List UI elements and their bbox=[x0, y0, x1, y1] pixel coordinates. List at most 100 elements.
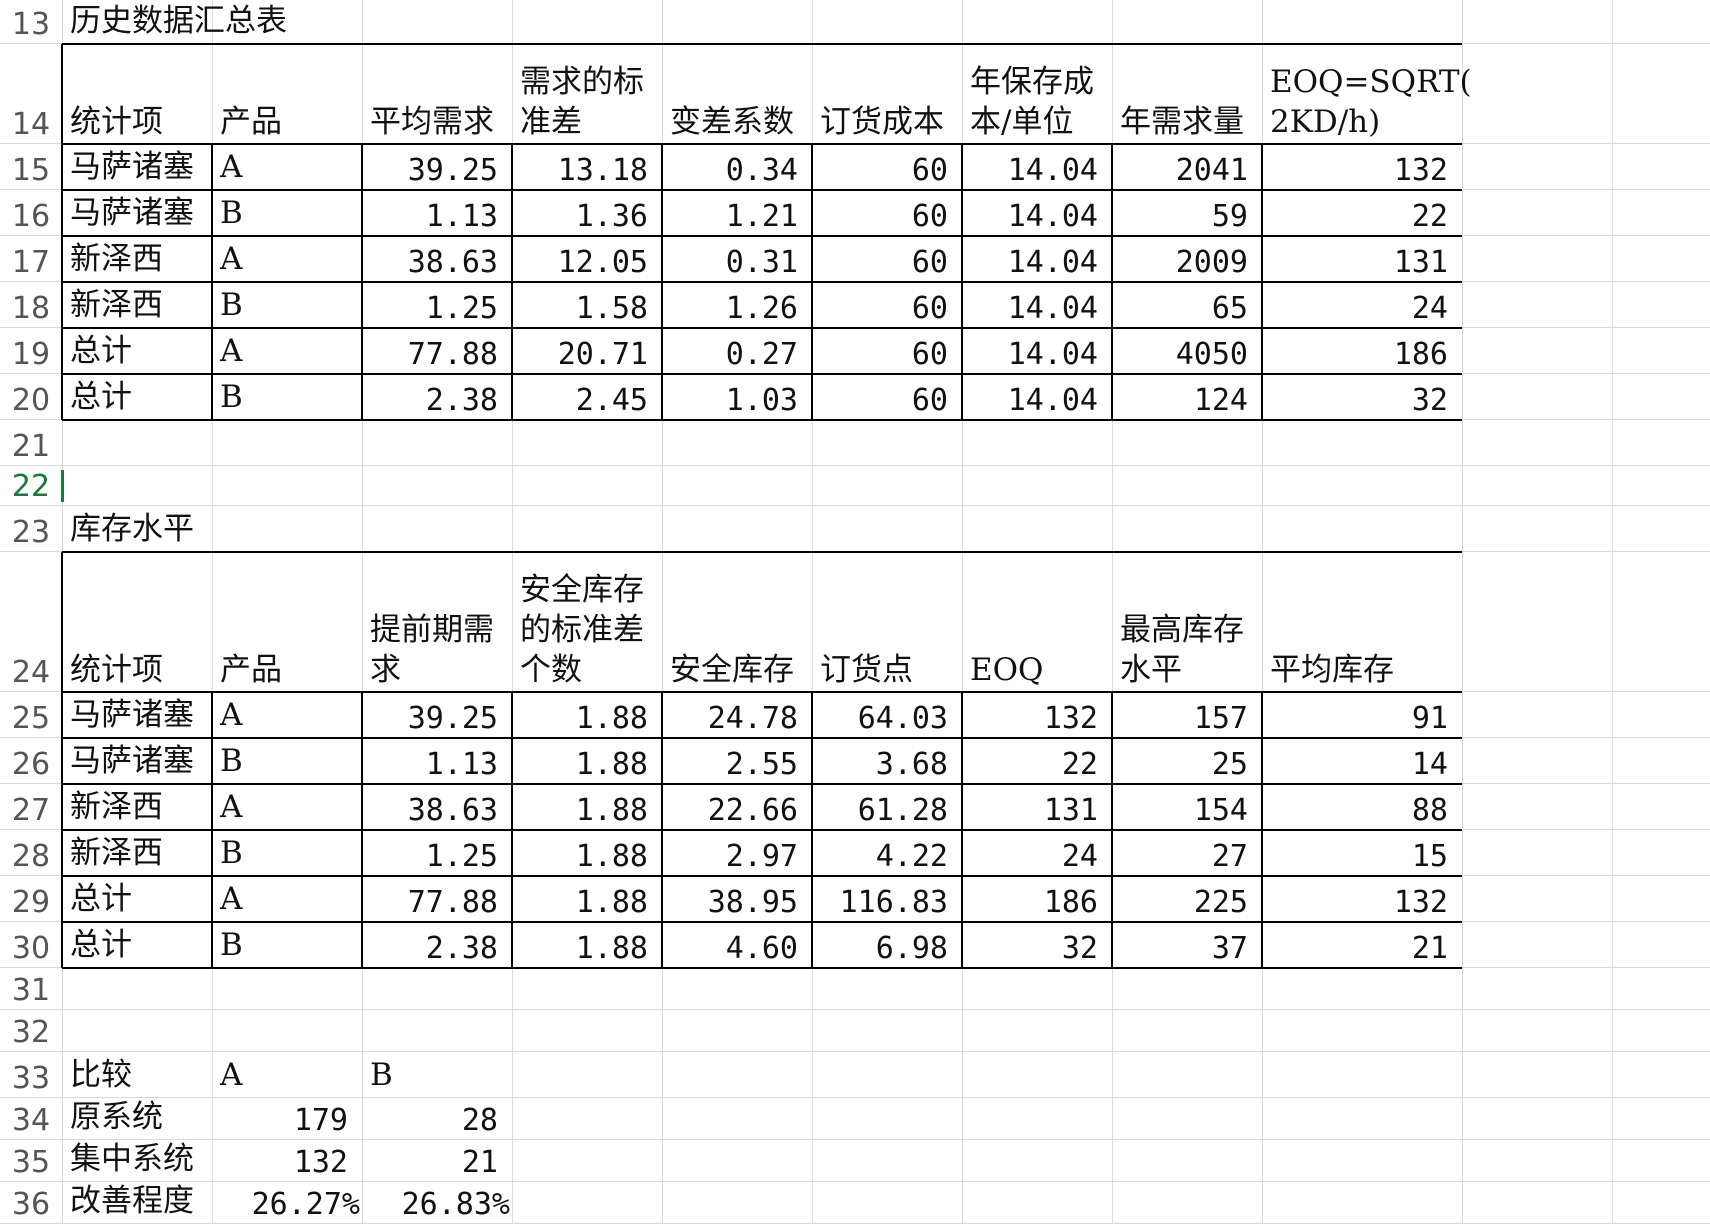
table2-value-cell[interactable]: 3.68 bbox=[812, 738, 962, 784]
table1-value-cell[interactable]: 2041 bbox=[1112, 144, 1262, 190]
table2-value-cell[interactable]: 132 bbox=[962, 692, 1112, 738]
spreadsheet-grid[interactable]: 13 14 15 16 17 18 19 20 21 22 23 24 25 26 27 28 29 30 31 32… bbox=[0, 0, 1710, 1224]
table2-value-cell[interactable]: 24 bbox=[962, 830, 1112, 876]
table1-label-cell[interactable]: A bbox=[212, 328, 362, 374]
table2-label-cell[interactable]: A bbox=[212, 692, 362, 738]
table2-header-cell[interactable]: 安全库存 的标准差 个数 bbox=[512, 552, 662, 692]
table2-value-cell[interactable]: 131 bbox=[962, 784, 1112, 830]
table2-value-cell[interactable]: 22 bbox=[962, 738, 1112, 784]
table1-value-cell[interactable]: 186 bbox=[1262, 328, 1462, 374]
table1-label-cell[interactable]: 总计 bbox=[62, 374, 212, 420]
table1-value-cell[interactable]: 60 bbox=[812, 374, 962, 420]
table1-value-cell[interactable]: 77.88 bbox=[362, 328, 512, 374]
table2-header-cell[interactable]: 最高库存 水平 bbox=[1112, 552, 1262, 692]
row-number[interactable]: 34 bbox=[0, 1098, 62, 1140]
table2-title[interactable]: 库存水平 bbox=[62, 506, 212, 552]
table1-value-cell[interactable]: 4050 bbox=[1112, 328, 1262, 374]
table1-value-cell[interactable]: 1.03 bbox=[662, 374, 812, 420]
comparison-header-cell[interactable]: A bbox=[212, 1052, 362, 1098]
table1-value-cell[interactable]: 60 bbox=[812, 282, 962, 328]
table2-value-cell[interactable]: 4.22 bbox=[812, 830, 962, 876]
table2-value-cell[interactable]: 37 bbox=[1112, 922, 1262, 968]
comparison-value-cell[interactable]: 179 bbox=[212, 1098, 362, 1140]
table1-value-cell[interactable]: 0.34 bbox=[662, 144, 812, 190]
table2-value-cell[interactable]: 39.25 bbox=[362, 692, 512, 738]
table1-label-cell[interactable]: B bbox=[212, 374, 362, 420]
comparison-value-cell[interactable]: 28 bbox=[362, 1098, 512, 1140]
row-number[interactable]: 32 bbox=[0, 1010, 62, 1052]
table1-label-cell[interactable]: 马萨诸塞 bbox=[62, 190, 212, 236]
table2-value-cell[interactable]: 15 bbox=[1262, 830, 1462, 876]
table1-title[interactable]: 历史数据汇总表 bbox=[62, 0, 287, 44]
row-number[interactable]: 30 bbox=[0, 922, 62, 968]
comparison-header-cell[interactable]: 比较 bbox=[62, 1052, 212, 1098]
row-number[interactable]: 21 bbox=[0, 420, 62, 466]
table2-label-cell[interactable]: 新泽西 bbox=[62, 830, 212, 876]
table1-value-cell[interactable]: 132 bbox=[1262, 144, 1462, 190]
table1-header-cell[interactable]: 需求的标 准差 bbox=[512, 44, 662, 144]
table2-value-cell[interactable]: 24.78 bbox=[662, 692, 812, 738]
row-number[interactable]: 25 bbox=[0, 692, 62, 738]
row-number[interactable]: 27 bbox=[0, 784, 62, 830]
table1-header-cell[interactable]: 变差系数 bbox=[662, 44, 812, 144]
row-number[interactable]: 16 bbox=[0, 190, 62, 236]
table1-header-cell[interactable]: 年需求量 bbox=[1112, 44, 1262, 144]
table2-value-cell[interactable]: 2.97 bbox=[662, 830, 812, 876]
comparison-value-cell[interactable]: 26.27% bbox=[212, 1182, 362, 1224]
table2-label-cell[interactable]: A bbox=[212, 876, 362, 922]
table2-value-cell[interactable]: 1.88 bbox=[512, 922, 662, 968]
row-number[interactable]: 13 bbox=[0, 0, 62, 44]
table2-value-cell[interactable]: 22.66 bbox=[662, 784, 812, 830]
table2-value-cell[interactable]: 157 bbox=[1112, 692, 1262, 738]
row-number[interactable]: 35 bbox=[0, 1140, 62, 1182]
row-number[interactable]: 23 bbox=[0, 506, 62, 552]
table1-value-cell[interactable]: 1.36 bbox=[512, 190, 662, 236]
table2-value-cell[interactable]: 38.63 bbox=[362, 784, 512, 830]
table2-header-cell[interactable]: 订货点 bbox=[812, 552, 962, 692]
table1-value-cell[interactable]: 13.18 bbox=[512, 144, 662, 190]
table1-value-cell[interactable]: 14.04 bbox=[962, 236, 1112, 282]
comparison-label-cell[interactable]: 原系统 bbox=[62, 1098, 212, 1140]
table1-value-cell[interactable]: 1.21 bbox=[662, 190, 812, 236]
table2-header-cell[interactable]: EOQ bbox=[962, 552, 1112, 692]
table2-value-cell[interactable]: 1.88 bbox=[512, 692, 662, 738]
table1-label-cell[interactable]: A bbox=[212, 144, 362, 190]
table1-header-cell[interactable]: EOQ=SQRT(2KD/h) bbox=[1262, 44, 1472, 144]
table2-value-cell[interactable]: 132 bbox=[1262, 876, 1462, 922]
table1-value-cell[interactable]: 59 bbox=[1112, 190, 1262, 236]
table1-value-cell[interactable]: 1.25 bbox=[362, 282, 512, 328]
table2-value-cell[interactable]: 1.88 bbox=[512, 738, 662, 784]
table2-header-cell[interactable]: 平均库存 bbox=[1262, 552, 1462, 692]
table2-value-cell[interactable]: 88 bbox=[1262, 784, 1462, 830]
table2-value-cell[interactable]: 21 bbox=[1262, 922, 1462, 968]
table2-header-cell[interactable]: 统计项 bbox=[62, 552, 212, 692]
table1-header-cell[interactable]: 统计项 bbox=[62, 44, 212, 144]
table1-label-cell[interactable]: 总计 bbox=[62, 328, 212, 374]
table2-header-cell[interactable]: 安全库存 bbox=[662, 552, 812, 692]
table2-value-cell[interactable]: 186 bbox=[962, 876, 1112, 922]
row-number[interactable]: 33 bbox=[0, 1052, 62, 1098]
table2-label-cell[interactable]: A bbox=[212, 784, 362, 830]
comparison-label-cell[interactable]: 改善程度 bbox=[62, 1182, 212, 1224]
table1-value-cell[interactable]: 124 bbox=[1112, 374, 1262, 420]
table2-label-cell[interactable]: 总计 bbox=[62, 922, 212, 968]
row-number[interactable]: 24 bbox=[0, 552, 62, 692]
table1-value-cell[interactable]: 60 bbox=[812, 236, 962, 282]
row-number[interactable]: 22 bbox=[0, 466, 62, 506]
table1-value-cell[interactable]: 14.04 bbox=[962, 190, 1112, 236]
table1-value-cell[interactable]: 14.04 bbox=[962, 282, 1112, 328]
table2-value-cell[interactable]: 4.60 bbox=[662, 922, 812, 968]
table1-value-cell[interactable]: 65 bbox=[1112, 282, 1262, 328]
table1-label-cell[interactable]: B bbox=[212, 282, 362, 328]
table1-label-cell[interactable]: 新泽西 bbox=[62, 236, 212, 282]
table2-label-cell[interactable]: 新泽西 bbox=[62, 784, 212, 830]
table1-label-cell[interactable]: 马萨诸塞 bbox=[62, 144, 212, 190]
comparison-header-cell[interactable]: B bbox=[362, 1052, 512, 1098]
table2-value-cell[interactable]: 25 bbox=[1112, 738, 1262, 784]
table2-value-cell[interactable]: 2.55 bbox=[662, 738, 812, 784]
table2-value-cell[interactable]: 38.95 bbox=[662, 876, 812, 922]
table1-header-cell[interactable]: 订货成本 bbox=[812, 44, 962, 144]
table1-value-cell[interactable]: 2009 bbox=[1112, 236, 1262, 282]
row-number[interactable]: 18 bbox=[0, 282, 62, 328]
table2-value-cell[interactable]: 154 bbox=[1112, 784, 1262, 830]
